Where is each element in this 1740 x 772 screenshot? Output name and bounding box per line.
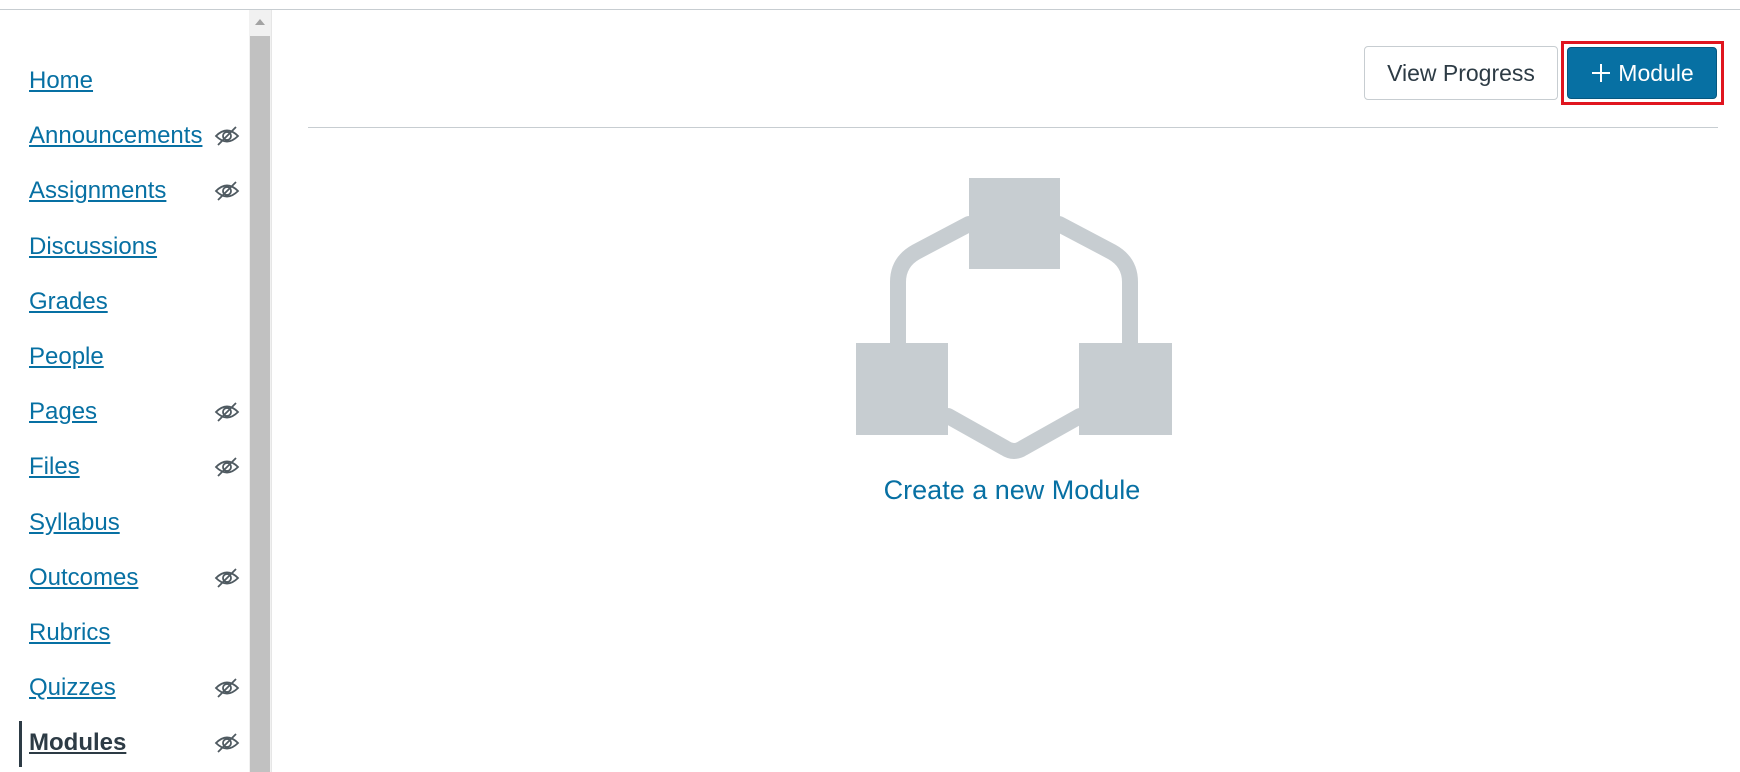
sidebar-item-label[interactable]: Grades [29, 278, 108, 326]
sidebar-item-label[interactable]: People [29, 333, 104, 381]
sidebar-item-people[interactable]: People [0, 333, 248, 381]
eye-slash-icon [214, 180, 240, 202]
sidebar-item-label[interactable]: Outcomes [29, 554, 138, 602]
sidebar-item-label[interactable]: Syllabus [29, 499, 120, 547]
sidebar-item-syllabus[interactable]: Syllabus [0, 499, 248, 547]
scrollbar-thumb[interactable] [250, 36, 270, 772]
sidebar-item-grades[interactable]: Grades [0, 278, 248, 326]
sidebar-item-label[interactable]: Discussions [29, 223, 157, 271]
course-navigation: Home Announcements Assignments Discussio… [0, 10, 248, 772]
sidebar-item-quizzes[interactable]: Quizzes [0, 664, 248, 712]
sidebar-item-modules[interactable]: Modules [0, 719, 248, 767]
sidebar-item-files[interactable]: Files [0, 443, 248, 491]
sidebar-item-label[interactable]: Pages [29, 388, 97, 436]
eye-slash-icon [214, 456, 240, 478]
eye-slash-icon [214, 125, 240, 147]
page: Home Announcements Assignments Discussio… [0, 0, 1740, 772]
sidebar-item-label[interactable]: Rubrics [29, 609, 110, 657]
sidebar-item-home[interactable]: Home [0, 57, 248, 105]
sidebar-item-label[interactable]: Modules [29, 719, 126, 767]
header-divider [308, 127, 1718, 128]
sidebar-item-label[interactable]: Assignments [29, 167, 166, 215]
sidebar-item-label[interactable]: Quizzes [29, 664, 116, 712]
sidebar-item-pages[interactable]: Pages [0, 388, 248, 436]
sidebar-item-label[interactable]: Files [29, 443, 80, 491]
add-module-button[interactable]: Module [1567, 47, 1717, 99]
sidebar-item-assignments[interactable]: Assignments [0, 167, 248, 215]
scroll-up-arrow-icon[interactable] [250, 12, 270, 32]
active-indicator [19, 721, 22, 767]
plus-icon [1590, 62, 1612, 84]
eye-slash-icon [214, 401, 240, 423]
add-module-label: Module [1618, 59, 1694, 86]
view-progress-button[interactable]: View Progress [1364, 46, 1558, 100]
sidebar-item-announcements[interactable]: Announcements [0, 112, 248, 160]
sidebar-item-discussions[interactable]: Discussions [0, 223, 248, 271]
sidebar-item-rubrics[interactable]: Rubrics [0, 609, 248, 657]
content-divider [271, 10, 272, 772]
eye-slash-icon [214, 567, 240, 589]
sidebar-item-label[interactable]: Announcements [29, 112, 202, 160]
modules-illustration-icon [856, 176, 1172, 470]
sidebar-item-label[interactable]: Home [29, 57, 93, 105]
create-new-module-link[interactable]: Create a new Module [812, 475, 1212, 506]
eye-slash-icon [214, 677, 240, 699]
eye-slash-icon [214, 732, 240, 754]
sidebar-item-outcomes[interactable]: Outcomes [0, 554, 248, 602]
